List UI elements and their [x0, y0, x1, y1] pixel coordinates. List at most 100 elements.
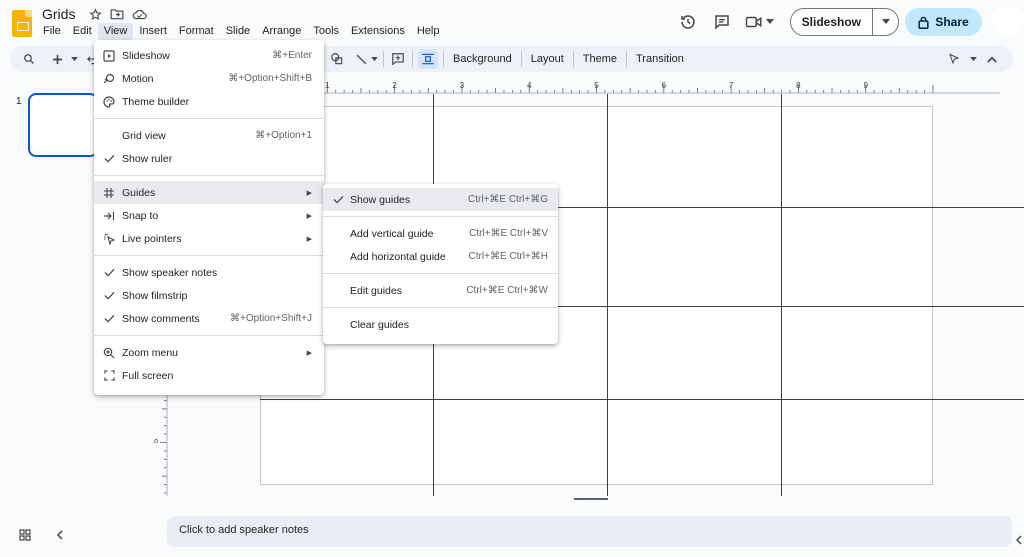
slideshow-button[interactable]: Slideshow — [791, 9, 872, 35]
menu-item-shortcut: ⌘+Option+1 — [255, 130, 312, 141]
line-chevron-icon[interactable] — [370, 50, 378, 68]
grid-view-icon[interactable] — [17, 528, 33, 542]
fullscreen-icon — [102, 369, 116, 383]
menu-slide[interactable]: Slide — [220, 23, 256, 40]
grid-icon — [102, 186, 116, 200]
menu-separator — [323, 216, 558, 217]
menu-item-label: Theme builder — [122, 95, 190, 108]
menu-item-add-vertical-guide[interactable]: Add vertical guide Ctrl+⌘E Ctrl+⌘V — [323, 222, 558, 245]
ruler-label: 1 — [325, 81, 330, 90]
pointer-icon — [102, 232, 116, 246]
menu-item-label: Snap to — [122, 209, 159, 222]
add-comment-icon[interactable] — [389, 50, 407, 68]
menu-item-shortcut: Ctrl+⌘E Ctrl+⌘V — [469, 228, 548, 239]
menu-item-show-filmstrip[interactable]: Show filmstrip — [94, 284, 324, 307]
menubar: File Edit View Insert Format Slide Arrange Tool… — [37, 23, 445, 40]
menu-item-label: Add vertical guide — [350, 227, 434, 240]
menu-item-label: Show ruler — [122, 152, 173, 165]
snap-icon — [102, 209, 116, 223]
ruler-label: 8 — [796, 81, 801, 90]
document-title[interactable]: Grids — [42, 6, 75, 22]
theme-button[interactable]: Theme — [579, 53, 621, 65]
motion-icon — [102, 72, 116, 86]
menu-item-theme-builder[interactable]: Theme builder — [94, 90, 324, 113]
transition-button[interactable]: Transition — [632, 53, 688, 65]
notes-resize-handle[interactable] — [574, 498, 608, 500]
menu-arrange[interactable]: Arrange — [256, 23, 307, 40]
check-icon — [102, 152, 116, 166]
ruler-label: 2 — [392, 81, 397, 90]
menu-item-slideshow[interactable]: Slideshow ⌘+Enter — [94, 44, 324, 67]
horizontal-guide[interactable] — [260, 399, 1024, 400]
comments-icon[interactable] — [708, 8, 736, 36]
vertical-guide[interactable] — [781, 94, 782, 496]
new-slide-icon[interactable] — [48, 50, 66, 68]
menu-extensions[interactable]: Extensions — [345, 23, 411, 40]
slide-thumbnail[interactable] — [28, 93, 98, 157]
menu-item-zoom-menu[interactable]: Zoom menu ▶ — [94, 341, 324, 364]
lock-icon — [918, 16, 929, 29]
speaker-notes-placeholder: Click to add speaker notes — [179, 524, 309, 536]
move-folder-icon[interactable] — [109, 6, 125, 22]
ruler-label: 4 — [527, 81, 532, 90]
collapse-filmstrip-icon[interactable] — [51, 528, 67, 542]
menu-item-motion[interactable]: Motion ⌘+Option+Shift+B — [94, 67, 324, 90]
share-button[interactable]: Share — [905, 8, 982, 36]
menu-item-add-horizontal-guide[interactable]: Add horizontal guide Ctrl+⌘E Ctrl+⌘H — [323, 245, 558, 268]
select-chevron-icon[interactable] — [969, 50, 977, 68]
menu-item-label: Grid view — [122, 129, 166, 142]
menu-separator — [94, 255, 324, 256]
menu-item-snap-to[interactable]: Snap to ▶ — [94, 204, 324, 227]
menu-separator — [94, 175, 324, 176]
version-history-icon[interactable] — [674, 8, 702, 36]
collapse-toolbar-icon[interactable] — [983, 50, 1001, 68]
menu-view[interactable]: View — [97, 23, 134, 40]
slideshow-options-chevron-icon[interactable] — [872, 9, 898, 35]
layout-button[interactable]: Layout — [527, 53, 568, 65]
menu-item-live-pointers[interactable]: Live pointers ▶ — [94, 227, 324, 250]
palette-icon — [102, 95, 116, 109]
select-pointer-icon[interactable] — [945, 50, 963, 68]
menu-item-show-speaker-notes[interactable]: Show speaker notes — [94, 261, 324, 284]
vertical-guide[interactable] — [607, 94, 608, 496]
menu-item-label: Guides — [122, 186, 156, 199]
horizontal-ruler[interactable]: 1 2 3 4 5 6 7 8 9 — [260, 79, 1000, 94]
menu-tools[interactable]: Tools — [307, 23, 345, 40]
shape-icon[interactable] — [328, 50, 346, 68]
side-panel-chevron-icon[interactable] — [1012, 530, 1024, 550]
menu-item-label: Full screen — [122, 369, 174, 382]
menu-item-show-guides[interactable]: Show guides Ctrl+⌘E Ctrl+⌘G — [323, 188, 558, 211]
menu-insert[interactable]: Insert — [133, 23, 173, 40]
star-icon[interactable] — [87, 6, 103, 22]
divider — [412, 51, 413, 67]
menu-help[interactable]: Help — [411, 23, 446, 40]
avatar[interactable] — [992, 6, 1024, 38]
slideshow-group: Slideshow — [789, 8, 899, 36]
divider — [626, 51, 627, 67]
cloud-saved-icon[interactable] — [131, 6, 147, 22]
menu-item-label: Clear guides — [350, 318, 409, 331]
meet-icon[interactable] — [742, 8, 778, 36]
line-icon[interactable] — [352, 50, 370, 68]
menu-format[interactable]: Format — [173, 23, 220, 40]
background-button[interactable]: Background — [449, 53, 516, 65]
menu-item-show-comments[interactable]: Show comments ⌘+Option+Shift+J — [94, 307, 324, 330]
menu-item-label: Edit guides — [350, 284, 402, 297]
divider — [383, 51, 384, 67]
menu-item-guides[interactable]: Guides ▶ — [94, 181, 324, 204]
speaker-notes[interactable]: Click to add speaker notes — [167, 516, 1012, 547]
slideshow-icon — [102, 49, 116, 63]
menu-item-full-screen[interactable]: Full screen — [94, 364, 324, 387]
menu-item-clear-guides[interactable]: Clear guides — [323, 313, 558, 336]
menu-edit[interactable]: Edit — [67, 23, 98, 40]
slides-logo-icon[interactable] — [12, 10, 32, 37]
new-slide-chevron-icon[interactable] — [70, 50, 78, 68]
menu-item-edit-guides[interactable]: Edit guides Ctrl+⌘E Ctrl+⌘W — [323, 279, 558, 302]
align-icon[interactable] — [418, 49, 438, 69]
search-menus-icon[interactable] — [20, 50, 38, 68]
menu-file[interactable]: File — [37, 23, 67, 40]
menu-item-grid-view[interactable]: Grid view ⌘+Option+1 — [94, 124, 324, 147]
submenu-arrow-icon: ▶ — [306, 212, 312, 220]
menu-item-show-ruler[interactable]: Show ruler — [94, 147, 324, 170]
check-icon — [102, 289, 116, 303]
